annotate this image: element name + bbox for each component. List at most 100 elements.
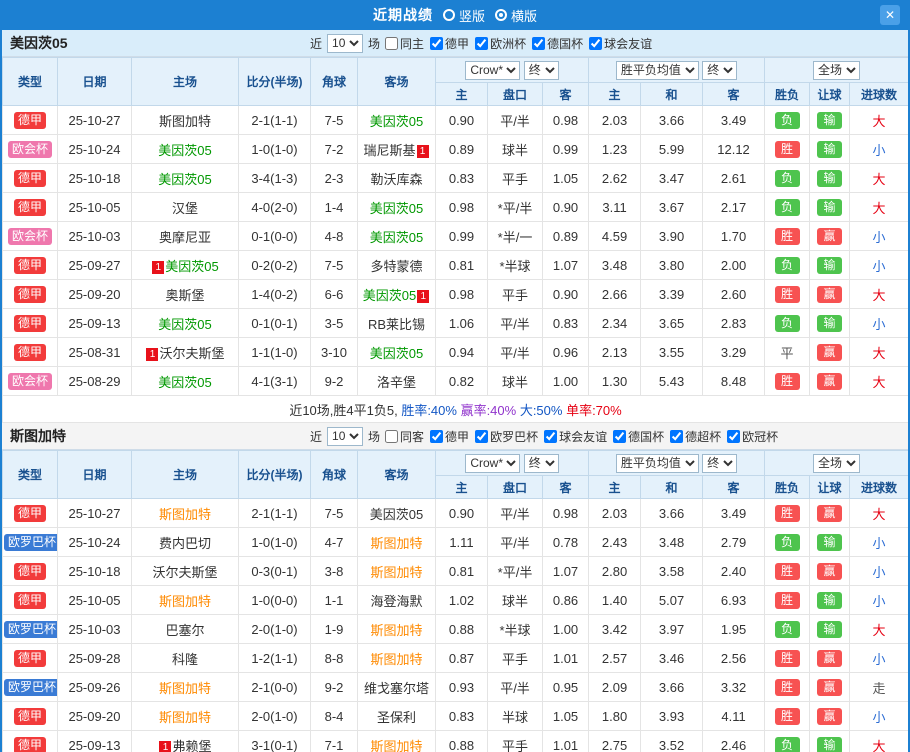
odds-source-select[interactable]: Crow* (465, 60, 521, 80)
odds-home-cell: 0.83 (435, 701, 488, 731)
odds-final-select[interactable]: 终 (523, 60, 559, 80)
filter-欧洲杯[interactable]: 欧洲杯 (475, 35, 526, 52)
odds-final-select[interactable]: 终 (523, 453, 559, 473)
avg-draw-cell: 3.66 (640, 105, 704, 135)
scope-select[interactable]: 全场 (813, 453, 861, 473)
filter-checkbox[interactable] (475, 36, 489, 50)
avg-away-cell: 2.79 (702, 527, 766, 557)
away-team-cell[interactable]: 圣保利 (357, 701, 436, 731)
match-count-select[interactable]: 10 (327, 33, 364, 53)
avg-final-select[interactable]: 终 (702, 60, 738, 80)
filter-checkbox[interactable] (727, 429, 741, 443)
filter-checkbox[interactable] (613, 429, 627, 443)
filter-欧冠杯[interactable]: 欧冠杯 (727, 428, 778, 445)
section-team-name: 美因茨05 (10, 35, 68, 51)
away-team-cell[interactable]: RB莱比锡 (357, 308, 436, 338)
home-team-cell[interactable]: 斯图加特 (131, 585, 239, 615)
home-team-cell[interactable]: 1 沃尔夫斯堡 (131, 337, 239, 367)
team-name: 美因茨05 (158, 171, 212, 187)
filter-checkbox[interactable] (544, 429, 558, 443)
filter-球会友谊[interactable]: 球会友谊 (544, 428, 607, 445)
home-team-cell[interactable]: 奥摩尼亚 (131, 221, 239, 251)
home-team-cell[interactable]: 科隆 (131, 643, 239, 673)
filter-checkbox[interactable] (532, 36, 546, 50)
close-icon[interactable]: ✕ (880, 5, 900, 25)
home-team-cell[interactable]: 费内巴切 (131, 527, 239, 557)
away-team-cell[interactable]: 美因茨05 1 (357, 279, 436, 309)
avg-final-select[interactable]: 终 (702, 453, 738, 473)
away-team-cell[interactable]: 美因茨05 (357, 221, 436, 251)
home-team-cell[interactable]: 美因茨05 (131, 366, 239, 396)
filter-德甲[interactable]: 德甲 (430, 35, 469, 52)
filter-德超杯[interactable]: 德超杯 (670, 428, 721, 445)
result-badge: 胜 (774, 504, 800, 522)
corner-cell: 7-5 (310, 105, 358, 135)
away-team-cell[interactable]: 斯图加特 (357, 527, 436, 557)
layout-radio-horizontal[interactable]: 横版 (495, 6, 537, 25)
away-team-cell[interactable]: 美因茨05 (357, 105, 436, 135)
corner-cell: 7-5 (310, 498, 358, 528)
filter-checkbox[interactable] (430, 36, 444, 50)
filter-德国杯[interactable]: 德国杯 (532, 35, 583, 52)
home-team-cell[interactable]: 斯图加特 (131, 672, 239, 702)
scope-select[interactable]: 全场 (813, 60, 861, 80)
score-cell: 0-2(0-2) (238, 250, 311, 280)
home-team-cell[interactable]: 美因茨05 (131, 134, 239, 164)
sections-container: 美因茨05 近 10 场 同主 德甲 欧洲杯 德国杯 球会友谊 类型 日期 主场 比分(… (2, 30, 908, 752)
home-team-cell[interactable]: 沃尔夫斯堡 (131, 556, 239, 586)
corner-cell: 3-10 (310, 337, 358, 367)
away-team-cell[interactable]: 瑞尼斯基 1 (357, 134, 436, 164)
odds-home-cell: 0.98 (435, 192, 488, 222)
goals-cell: 走 (849, 672, 908, 702)
away-team-cell[interactable]: 海登海默 (357, 585, 436, 615)
filter-球会友谊[interactable]: 球会友谊 (589, 35, 652, 52)
away-team-cell[interactable]: 洛辛堡 (357, 366, 436, 396)
odds-source-select[interactable]: Crow* (465, 453, 521, 473)
home-team-cell[interactable]: 美因茨05 (131, 308, 239, 338)
away-team-cell[interactable]: 斯图加特 (357, 614, 436, 644)
away-team-cell[interactable]: 斯图加特 (357, 730, 436, 752)
home-team-cell[interactable]: 汉堡 (131, 192, 239, 222)
home-team-cell[interactable]: 斯图加特 (131, 701, 239, 731)
layout-radio-vertical[interactable]: 竖版 (442, 6, 485, 25)
odds-handicap-cell: 平/半 (487, 672, 543, 702)
away-team-cell[interactable]: 斯图加特 (357, 556, 436, 586)
away-team-cell[interactable]: 多特蒙德 (357, 250, 436, 280)
team-name: 弗赖堡 (172, 738, 212, 752)
filter-checkbox[interactable] (475, 429, 489, 443)
home-team-cell[interactable]: 奥斯堡 (131, 279, 239, 309)
corner-cell: 3-8 (310, 556, 358, 586)
filter-同客[interactable]: 同客 (385, 428, 424, 445)
home-team-cell[interactable]: 斯图加特 (131, 105, 239, 135)
team-name: 洛辛堡 (376, 374, 416, 390)
league-cell: 欧会杯 (2, 366, 58, 396)
team-name: 美因茨05 (158, 316, 212, 332)
home-team-cell[interactable]: 巴塞尔 (131, 614, 239, 644)
filter-德甲[interactable]: 德甲 (430, 428, 469, 445)
away-team-cell[interactable]: 斯图加特 (357, 643, 436, 673)
match-count-select[interactable]: 10 (327, 426, 364, 446)
odds-home-cell: 0.83 (435, 163, 488, 193)
filter-同主[interactable]: 同主 (385, 35, 424, 52)
away-team-cell[interactable]: 美因茨05 (357, 192, 436, 222)
filter-checkbox[interactable] (430, 429, 444, 443)
filter-checkbox[interactable] (670, 429, 684, 443)
filter-checkbox[interactable] (589, 36, 603, 50)
away-team-cell[interactable]: 美因茨05 (357, 498, 436, 528)
away-team-cell[interactable]: 美因茨05 (357, 337, 436, 367)
filter-checkbox[interactable] (385, 36, 399, 50)
avg-select[interactable]: 胜平负均值 (615, 453, 699, 473)
filter-德国杯[interactable]: 德国杯 (613, 428, 664, 445)
home-team-cell[interactable]: 斯图加特 (131, 498, 239, 528)
home-team-cell[interactable]: 1 弗赖堡 (131, 730, 239, 752)
summary-part: 胜率:40% (401, 402, 457, 418)
home-team-cell[interactable]: 1 美因茨05 (131, 250, 239, 280)
away-team-cell[interactable]: 勒沃库森 (357, 163, 436, 193)
away-team-cell[interactable]: 维戈塞尔塔 (357, 672, 436, 702)
team-name: 美因茨05 (158, 374, 212, 390)
score-cell: 0-3(0-1) (238, 556, 311, 586)
filter-欧罗巴杯[interactable]: 欧罗巴杯 (475, 428, 538, 445)
filter-checkbox[interactable] (385, 429, 399, 443)
avg-select[interactable]: 胜平负均值 (615, 60, 699, 80)
home-team-cell[interactable]: 美因茨05 (131, 163, 239, 193)
